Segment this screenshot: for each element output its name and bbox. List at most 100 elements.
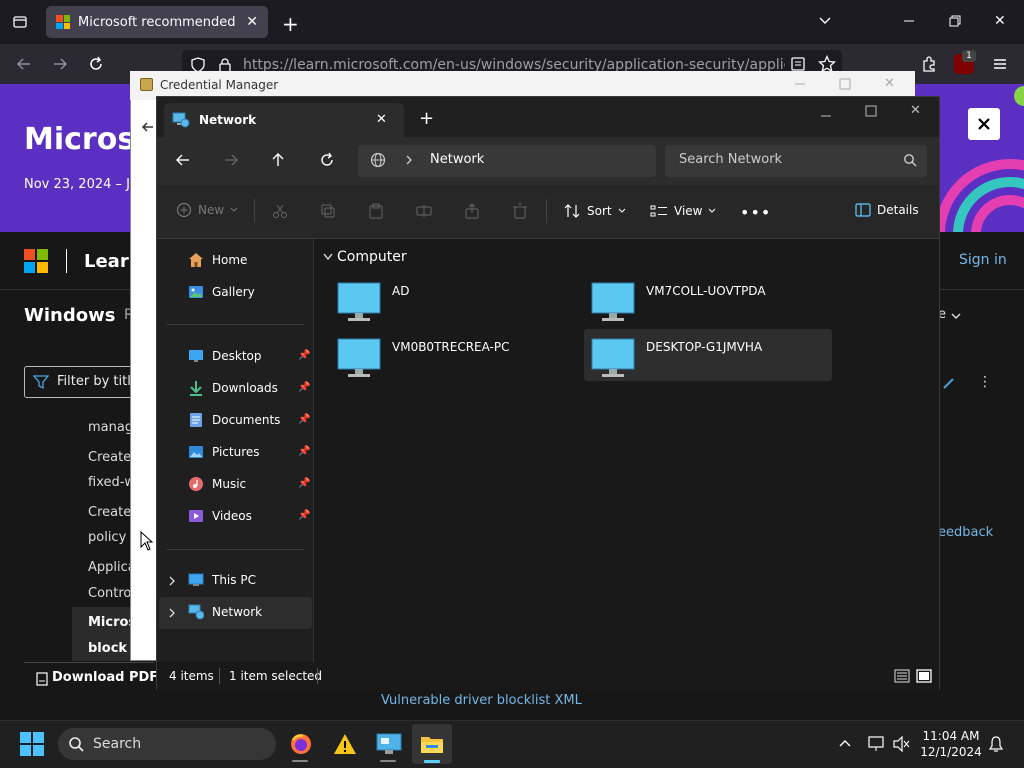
explorer-new-tab-button[interactable]: + <box>419 108 434 129</box>
firefox-taskbar-icon[interactable] <box>289 732 313 756</box>
hamburger-menu-icon[interactable] <box>992 56 1008 72</box>
warning-app-taskbar-icon[interactable] <box>333 732 357 756</box>
explorer-maximize-button[interactable] <box>865 105 877 117</box>
file-explorer-taskbar-icon[interactable] <box>420 732 444 756</box>
blocklist-xml-link[interactable]: Vulnerable driver blocklist XML <box>381 693 582 708</box>
status-selection: 1 item selected <box>229 669 323 683</box>
cred-minimize-button[interactable] <box>794 78 806 90</box>
nav-gallery[interactable]: Gallery <box>188 280 255 304</box>
volume-muted-tray-icon[interactable] <box>893 736 911 752</box>
taskbar-clock-date[interactable]: 12/1/2024 <box>920 745 982 759</box>
explorer-refresh-icon[interactable] <box>319 152 335 168</box>
explorer-minimize-button[interactable] <box>820 110 832 122</box>
nav-network[interactable]: Network <box>188 600 262 624</box>
edit-pencil-icon[interactable] <box>942 376 956 390</box>
control-panel-running-indicator <box>380 760 396 762</box>
back-arrow-icon[interactable] <box>16 56 32 72</box>
copy-icon[interactable] <box>320 203 336 219</box>
explorer-up-icon[interactable] <box>271 152 285 168</box>
browser-restore-button[interactable] <box>948 14 962 28</box>
cut-icon[interactable] <box>272 203 288 219</box>
explorer-tab-title: Network <box>199 113 257 127</box>
more-commands-icon[interactable]: ••• <box>740 203 771 222</box>
tab-overflow-chevron-icon[interactable] <box>818 14 832 28</box>
nav-videos[interactable]: Videos <box>188 504 252 528</box>
group-header-computer[interactable]: Computer <box>337 249 407 265</box>
toc-item[interactable]: fixed-w <box>88 475 135 490</box>
reload-icon[interactable] <box>88 56 104 72</box>
paste-icon[interactable] <box>368 203 384 219</box>
nav-home[interactable]: Home <box>188 248 247 272</box>
browser-close-button[interactable]: ✕ <box>994 13 1006 29</box>
feedback-link[interactable]: eedback <box>938 525 993 540</box>
toc-item[interactable]: Create <box>88 505 131 520</box>
nav-music[interactable]: Music <box>188 472 246 496</box>
cred-maximize-button[interactable] <box>839 78 851 90</box>
new-button[interactable]: New <box>176 202 238 218</box>
toc-item[interactable]: Create <box>88 450 131 465</box>
tab-list-icon[interactable] <box>12 14 28 30</box>
explorer-tab-close-icon[interactable]: ✕ <box>376 112 387 127</box>
network-computer-item-selected[interactable]: DESKTOP-G1JMVHA <box>584 329 832 381</box>
forward-arrow-icon[interactable] <box>52 56 68 72</box>
pin-icon: 📌 <box>298 414 311 425</box>
group-collapse-chevron-icon[interactable] <box>322 252 334 262</box>
tray-overflow-chevron-icon[interactable] <box>838 738 852 748</box>
taskbar-search-box[interactable] <box>58 728 276 760</box>
browser-minimize-button[interactable] <box>902 14 916 28</box>
view-button[interactable]: View <box>650 203 716 219</box>
network-computer-item[interactable]: AD <box>330 276 578 326</box>
extensions-puzzle-icon[interactable] <box>920 55 938 73</box>
rename-icon[interactable] <box>416 203 432 219</box>
network-icon <box>188 604 204 620</box>
more-options-icon[interactable]: ⋮ <box>978 374 992 390</box>
network-computer-item[interactable]: VM7COLL-UOVTPDA <box>584 276 832 326</box>
microsoft-logo-icon[interactable] <box>24 249 48 273</box>
tiles-view-icon[interactable] <box>916 668 932 684</box>
network-tray-icon[interactable] <box>868 736 886 752</box>
address-breadcrumb-network[interactable]: Network <box>430 152 484 167</box>
start-windows-icon[interactable] <box>20 732 44 756</box>
taskbar-clock-time[interactable]: 11:04 AM <box>920 729 982 743</box>
search-icon[interactable] <box>903 153 917 167</box>
notification-bell-icon[interactable] <box>988 736 1004 752</box>
download-pdf-link[interactable]: Download PDF <box>52 670 158 685</box>
reader-view-icon[interactable] <box>790 56 806 72</box>
explorer-close-button[interactable]: ✕ <box>910 103 921 118</box>
taskbar-search-icon <box>68 736 84 752</box>
nav-documents[interactable]: Documents <box>188 408 280 432</box>
delete-trash-icon[interactable] <box>512 203 528 219</box>
sign-in-link[interactable]: Sign in <box>959 252 1007 268</box>
sort-button[interactable]: Sort <box>563 203 626 219</box>
browser-tab-active[interactable]: Microsoft recommended driver ✕ <box>46 6 268 38</box>
breadcrumb-chevron-icon[interactable] <box>404 154 414 166</box>
this-pc-expand-chevron-icon[interactable] <box>167 575 177 587</box>
toc-item[interactable]: Applica <box>88 560 136 575</box>
documents-icon <box>190 413 202 427</box>
section-chevron-icon[interactable] <box>950 310 962 322</box>
cred-close-button[interactable]: ✕ <box>884 76 895 91</box>
details-pane-button[interactable]: Details <box>855 203 919 217</box>
extension-badge: 1 <box>962 50 976 62</box>
nav-this-pc[interactable]: This PC <box>188 568 256 592</box>
nav-pictures[interactable]: Pictures <box>188 440 260 464</box>
control-panel-taskbar-icon[interactable] <box>376 732 402 756</box>
toc-item[interactable]: manag <box>88 420 133 435</box>
explorer-back-icon[interactable] <box>175 153 191 167</box>
nav-desktop[interactable]: Desktop <box>188 344 262 368</box>
nav-downloads[interactable]: Downloads <box>188 376 278 400</box>
cred-back-arrow-icon[interactable] <box>141 120 155 134</box>
new-tab-button[interactable]: + <box>282 12 299 36</box>
explorer-forward-icon[interactable] <box>223 153 239 167</box>
banner-close-button[interactable] <box>968 108 1000 140</box>
details-view-icon[interactable] <box>894 668 910 684</box>
share-icon[interactable] <box>464 203 480 219</box>
address-bar[interactable] <box>358 145 656 177</box>
network-expand-chevron-icon[interactable] <box>167 607 177 619</box>
tab-close-icon[interactable]: ✕ <box>246 14 258 30</box>
network-computer-item[interactable]: VM0B0TRECREA-PC <box>330 332 578 382</box>
toc-item-selected[interactable]: Micros <box>88 615 136 630</box>
toc-item[interactable]: policy <box>88 530 126 545</box>
toc-item[interactable]: Contro <box>88 586 131 601</box>
section-title[interactable]: Windows <box>24 305 115 326</box>
